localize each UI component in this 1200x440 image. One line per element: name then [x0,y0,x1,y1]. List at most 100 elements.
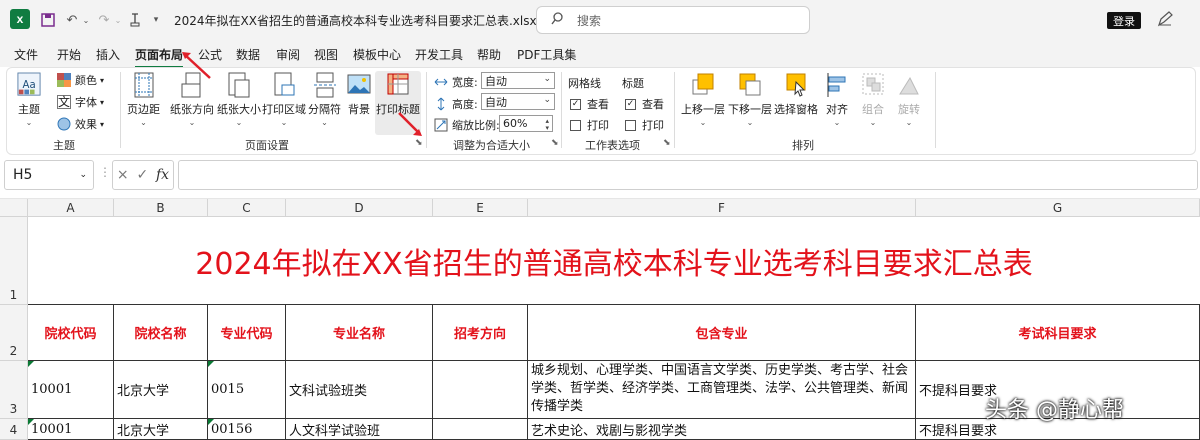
menu-help[interactable]: 帮助 [477,46,501,63]
select-all-corner[interactable] [0,199,28,217]
login-button[interactable]: 登录 [1107,12,1141,29]
column-header[interactable]: G [916,199,1200,217]
width-select[interactable]: 自动 ⌄ [481,72,555,89]
data-cell[interactable] [433,419,528,440]
size-button[interactable]: 纸张大小 ⌄ [217,72,261,127]
menu-home[interactable]: 开始 [57,46,81,63]
group-button[interactable]: 组合 ⌄ [861,72,885,127]
data-cell[interactable]: 城乡规划、心理学类、中国语言文学类、历史学类、考古学、社会学类、哲学类、经济学类… [528,361,916,419]
group-separator [561,72,562,148]
header-cell[interactable]: 院校名称 [114,305,208,361]
sheet-options-group-label: 工作表选项 [585,139,640,152]
background-button[interactable]: 背景 [347,72,371,117]
row-header[interactable]: 4 [0,419,28,440]
group-separator [935,72,936,148]
menu-review[interactable]: 审阅 [276,46,300,63]
redo-dropdown-icon[interactable]: ⌄ [114,10,122,30]
column-header[interactable]: F [528,199,916,217]
header-cell[interactable]: 考试科目要求 [916,305,1200,361]
customize-qa-icon[interactable]: ▾ [150,10,162,30]
header-cell[interactable]: 院校代码 [28,305,114,361]
data-cell[interactable] [433,361,528,419]
data-cell[interactable]: 10001 [28,361,114,419]
fonts-button[interactable]: 文 字体 ▾ [57,94,104,110]
gridlines-print-checkbox[interactable]: 打印 [570,117,609,133]
fonts-label: 字体 [75,96,97,109]
margins-button[interactable]: 页边距 ⌄ [127,72,160,127]
send-backward-button[interactable]: 下移一层 ⌄ [728,72,772,127]
selection-pane-button[interactable]: 选择窗格 [774,72,818,117]
redo-icon[interactable]: ↷ [96,10,112,30]
row-header[interactable]: 2 [0,305,28,361]
headings-print-checkbox[interactable]: 打印 [625,117,664,133]
header-cell[interactable]: 专业代码 [208,305,286,361]
header-cell[interactable]: 招考方向 [433,305,528,361]
cancel-icon[interactable]: × [117,167,129,183]
data-cell[interactable]: 00156 [208,419,286,440]
fx-icon[interactable]: fx [156,167,169,183]
menu-view[interactable]: 视图 [314,46,338,63]
enter-icon[interactable]: ✓ [136,167,148,183]
menu-insert[interactable]: 插入 [96,46,120,63]
data-cell[interactable]: 艺术史论、戏剧与影视学类 [528,419,916,440]
row-header[interactable]: 3 [0,361,28,419]
undo-icon[interactable]: ↶ [64,10,80,30]
gridlines-view-checkbox[interactable]: ✓ 查看 [570,96,609,112]
paper-size-icon [228,72,250,98]
scale-launcher-icon[interactable]: ⬊ [551,138,559,148]
align-button[interactable]: 对齐 ⌄ [825,72,849,127]
name-box[interactable]: H5 ⌄ [4,160,94,190]
search-box[interactable]: 搜索 [536,6,810,34]
print-area-label: 打印区域 [262,103,306,116]
data-cell[interactable]: 北京大学 [114,361,208,419]
headings-view-checkbox[interactable]: ✓ 查看 [625,96,664,112]
breaks-button[interactable]: 分隔符 ⌄ [308,72,341,127]
align-label: 对齐 [826,103,848,116]
menu-template-center[interactable]: 模板中心 [353,46,401,63]
menu-pdf-tools[interactable]: PDF工具集 [517,46,576,63]
print-area-button[interactable]: 打印区域 ⌄ [262,72,306,127]
menu-page-layout[interactable]: 页面布局 [135,46,184,68]
group-label: 组合 [862,103,884,116]
undo-dropdown-icon[interactable]: ⌄ [82,10,90,30]
sheet-options-launcher-icon[interactable]: ⬊ [663,138,671,148]
formula-input[interactable] [178,160,1198,190]
themes-button[interactable]: Aa 主题 ⌄ [17,72,41,127]
error-indicator-icon [208,361,214,367]
column-header[interactable]: D [286,199,433,217]
data-cell[interactable]: 0015 [208,361,286,419]
group-icon [862,73,884,95]
height-icon [437,97,445,111]
data-cell[interactable]: 北京大学 [114,419,208,440]
menu-data[interactable]: 数据 [236,46,260,63]
page-setup-launcher-icon[interactable]: ⬊ [415,138,423,148]
scale-input[interactable]: 60% ▴ ▾ [499,115,553,132]
header-cell[interactable]: 专业名称 [286,305,433,361]
data-cell[interactable]: 人文科学试验班 [286,419,433,440]
column-header[interactable]: B [114,199,208,217]
menu-developer[interactable]: 开发工具 [415,46,463,63]
height-select[interactable]: 自动 ⌄ [481,93,555,110]
column-header[interactable]: C [208,199,286,217]
more-icon[interactable]: ⋮ [99,165,111,179]
data-cell[interactable]: 10001 [28,419,114,440]
document-title: 2024年拟在XX省招生的普通高校本科专业选考科目要求汇总表.xlsx - Ex… [174,14,575,28]
header-cell[interactable]: 包含专业 [528,305,916,361]
row-header[interactable]: 1 [0,217,28,305]
clear-format-icon[interactable] [128,10,142,30]
annotation-arrow-print-titles [398,112,422,136]
spinner-icon[interactable]: ▴ ▾ [545,118,549,132]
rotate-button[interactable]: 旋转 ⌄ [897,72,921,127]
effects-button[interactable]: 效果 ▾ [57,116,104,132]
column-header[interactable]: A [28,199,114,217]
pen-icon[interactable] [1156,10,1176,30]
data-cell[interactable]: 文科试验班类 [286,361,433,419]
bring-forward-button[interactable]: 上移一层 ⌄ [681,72,725,127]
annotation-arrow-menu [182,52,211,79]
column-header[interactable]: E [433,199,528,217]
menu-file[interactable]: 文件 [14,46,38,63]
orientation-caret-icon: ⌄ [188,118,196,127]
save-icon[interactable] [40,10,56,30]
sheet-title-cell[interactable]: 2024年拟在XX省招生的普通高校本科专业选考科目要求汇总表 [28,217,1200,305]
colors-button[interactable]: 颜色 ▾ [57,72,104,88]
